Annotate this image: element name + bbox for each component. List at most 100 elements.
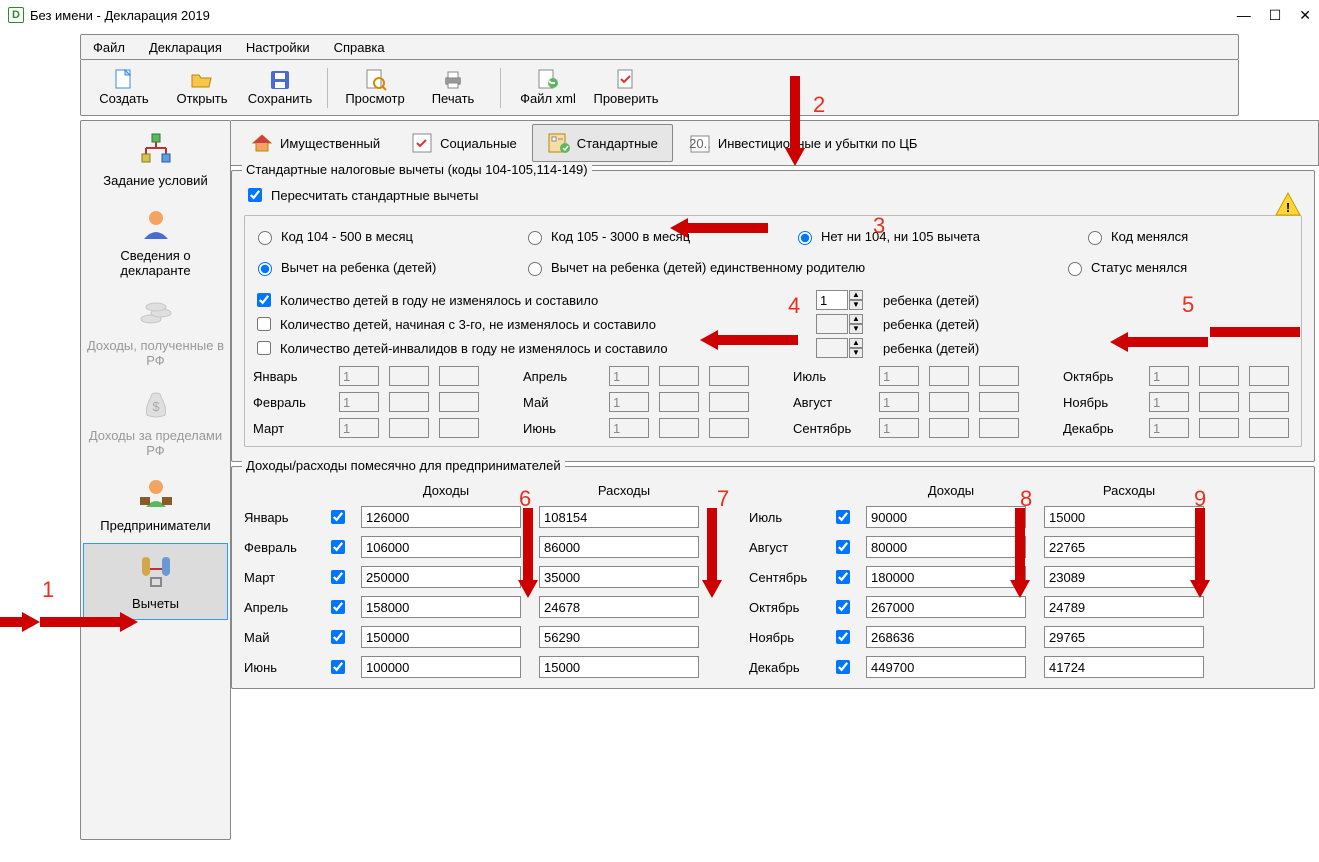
apr-v2[interactable] [659, 366, 699, 386]
jul-v2[interactable] [929, 366, 969, 386]
children-inv-const-checkbox[interactable] [257, 341, 271, 355]
may-v2[interactable] [659, 392, 699, 412]
create-button[interactable]: Создать [89, 64, 159, 112]
spin-up-icon[interactable]: ▲ [849, 338, 863, 348]
income-input[interactable] [361, 596, 521, 618]
sep-v3[interactable] [979, 418, 1019, 438]
tab-invest[interactable]: 20.. Инвестиционные и убытки по ЦБ [673, 124, 933, 162]
jun-v2[interactable] [659, 418, 699, 438]
expense-input[interactable] [1044, 596, 1204, 618]
income-input[interactable] [866, 536, 1026, 558]
close-button[interactable]: ✕ [1299, 7, 1311, 24]
mar-v1[interactable] [339, 418, 379, 438]
expense-input[interactable] [539, 506, 699, 528]
tab-standard[interactable]: Стандартные [532, 124, 673, 162]
radio-codechange[interactable] [1088, 231, 1102, 245]
oct-v1[interactable] [1149, 366, 1189, 386]
income-input[interactable] [361, 506, 521, 528]
menu-settings[interactable]: Настройки [240, 38, 316, 57]
jan-v1[interactable] [339, 366, 379, 386]
radio-nocode[interactable] [798, 231, 812, 245]
expense-input[interactable] [1044, 566, 1204, 588]
children-inv-count-spinner[interactable]: ▲▼ [816, 338, 863, 358]
may-v1[interactable] [609, 392, 649, 412]
mar-v2[interactable] [389, 418, 429, 438]
sidebar-entrepreneur[interactable]: Предприниматели [81, 466, 230, 541]
month-enable-checkbox[interactable] [331, 600, 345, 614]
nov-v3[interactable] [1249, 392, 1289, 412]
income-input[interactable] [866, 626, 1026, 648]
maximize-button[interactable]: ☐ [1269, 7, 1282, 24]
menu-help[interactable]: Справка [328, 38, 391, 57]
jun-v1[interactable] [609, 418, 649, 438]
expense-input[interactable] [539, 626, 699, 648]
mar-v3[interactable] [439, 418, 479, 438]
radio-code104[interactable] [258, 231, 272, 245]
sidebar-conditions[interactable]: Задание условий [81, 121, 230, 196]
aug-v1[interactable] [879, 392, 919, 412]
month-enable-checkbox[interactable] [836, 630, 850, 644]
month-enable-checkbox[interactable] [836, 510, 850, 524]
aug-v3[interactable] [979, 392, 1019, 412]
radio-code105[interactable] [528, 231, 542, 245]
may-v3[interactable] [709, 392, 749, 412]
spin-up-icon[interactable]: ▲ [849, 290, 863, 300]
children-const-checkbox[interactable] [257, 293, 271, 307]
jun-v3[interactable] [709, 418, 749, 438]
jan-v3[interactable] [439, 366, 479, 386]
income-input[interactable] [866, 506, 1026, 528]
minimize-button[interactable]: — [1237, 7, 1251, 23]
expense-input[interactable] [1044, 626, 1204, 648]
sep-v1[interactable] [879, 418, 919, 438]
menu-file[interactable]: Файл [87, 38, 131, 57]
jul-v3[interactable] [979, 366, 1019, 386]
children-count-input[interactable] [816, 290, 848, 310]
income-input[interactable] [866, 596, 1026, 618]
check-button[interactable]: Проверить [591, 64, 661, 112]
jan-v2[interactable] [389, 366, 429, 386]
oct-v2[interactable] [1199, 366, 1239, 386]
xml-button[interactable]: Файл xml [513, 64, 583, 112]
month-enable-checkbox[interactable] [836, 540, 850, 554]
spin-down-icon[interactable]: ▼ [849, 324, 863, 334]
save-button[interactable]: Сохранить [245, 64, 315, 112]
expense-input[interactable] [539, 656, 699, 678]
expense-input[interactable] [1044, 506, 1204, 528]
children3-count-input[interactable] [816, 314, 848, 334]
spin-down-icon[interactable]: ▼ [849, 348, 863, 358]
open-button[interactable]: Открыть [167, 64, 237, 112]
jul-v1[interactable] [879, 366, 919, 386]
month-enable-checkbox[interactable] [331, 570, 345, 584]
income-input[interactable] [866, 566, 1026, 588]
radio-status-change[interactable] [1068, 262, 1082, 276]
children-inv-count-input[interactable] [816, 338, 848, 358]
month-enable-checkbox[interactable] [331, 630, 345, 644]
expense-input[interactable] [1044, 536, 1204, 558]
month-enable-checkbox[interactable] [836, 660, 850, 674]
tab-property[interactable]: Имущественный [235, 124, 395, 162]
dec-v1[interactable] [1149, 418, 1189, 438]
expense-input[interactable] [539, 566, 699, 588]
nov-v2[interactable] [1199, 392, 1239, 412]
spin-down-icon[interactable]: ▼ [849, 300, 863, 310]
apr-v3[interactable] [709, 366, 749, 386]
income-input[interactable] [361, 566, 521, 588]
income-input[interactable] [361, 656, 521, 678]
menu-declaration[interactable]: Декларация [143, 38, 228, 57]
aug-v2[interactable] [929, 392, 969, 412]
children3-count-spinner[interactable]: ▲▼ [816, 314, 863, 334]
feb-v2[interactable] [389, 392, 429, 412]
month-enable-checkbox[interactable] [836, 570, 850, 584]
apr-v1[interactable] [609, 366, 649, 386]
preview-button[interactable]: Просмотр [340, 64, 410, 112]
expense-input[interactable] [539, 596, 699, 618]
children3-const-checkbox[interactable] [257, 317, 271, 331]
expense-input[interactable] [539, 536, 699, 558]
tab-social[interactable]: Социальные [395, 124, 532, 162]
nov-v1[interactable] [1149, 392, 1189, 412]
sidebar-declarant[interactable]: Сведения о декларанте [81, 196, 230, 286]
radio-child-single[interactable] [528, 262, 542, 276]
feb-v1[interactable] [339, 392, 379, 412]
month-enable-checkbox[interactable] [836, 600, 850, 614]
oct-v3[interactable] [1249, 366, 1289, 386]
